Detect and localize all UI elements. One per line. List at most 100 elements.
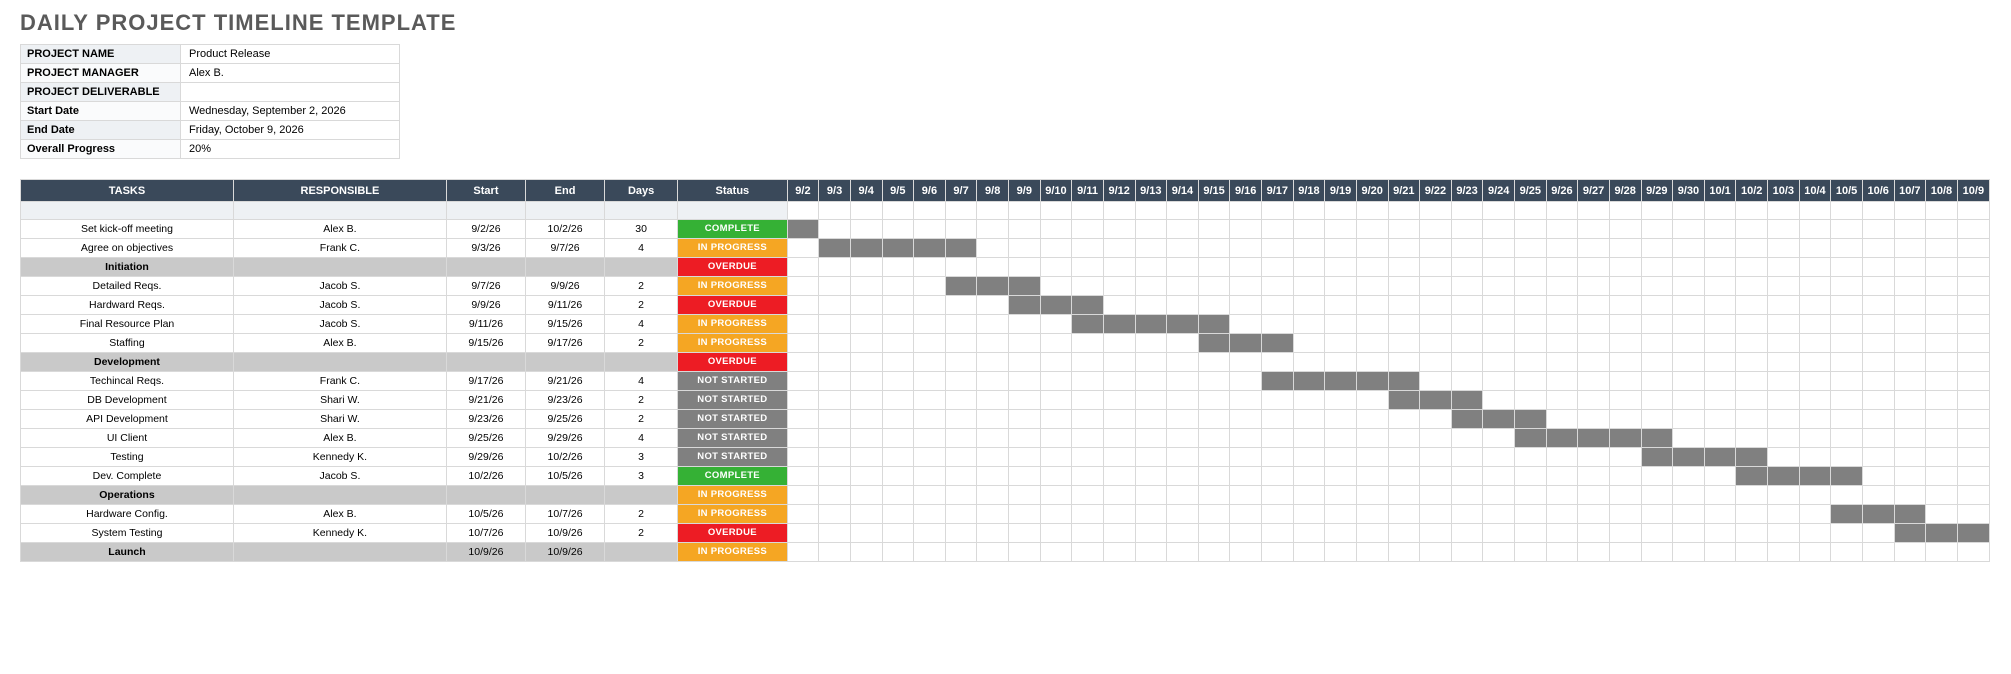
timeline-cell [850, 410, 882, 429]
timeline-cell [1578, 296, 1610, 315]
timeline-cell [977, 202, 1009, 220]
timeline-cell [1040, 202, 1072, 220]
page-title: DAILY PROJECT TIMELINE TEMPLATE [20, 10, 1991, 36]
column-header: 9/6 [914, 180, 946, 202]
timeline-cell [1641, 410, 1673, 429]
timeline-cell [1736, 410, 1768, 429]
timeline-cell [1799, 486, 1831, 505]
timeline-cell [1546, 372, 1578, 391]
timeline-cell [1768, 372, 1800, 391]
status-cell: COMPLETE [678, 467, 788, 486]
timeline-cell [914, 391, 946, 410]
meta-label: PROJECT DELIVERABLE [21, 83, 181, 101]
timeline-cell [1356, 239, 1388, 258]
timeline-cell [1483, 277, 1515, 296]
timeline-cell [1926, 543, 1958, 562]
timeline-cell [1609, 277, 1641, 296]
timeline-cell [1135, 391, 1167, 410]
timeline-cell [1768, 524, 1800, 543]
timeline-cell [1894, 220, 1926, 239]
timeline-cell [977, 448, 1009, 467]
timeline-cell [1862, 202, 1894, 220]
timeline-cell [819, 448, 851, 467]
timeline-cell [1262, 505, 1294, 524]
timeline-cell [1546, 202, 1578, 220]
timeline-cell [1483, 391, 1515, 410]
timeline-cell [1356, 315, 1388, 334]
timeline-cell [1293, 277, 1325, 296]
timeline-cell [1009, 524, 1041, 543]
column-header: Status [678, 180, 788, 202]
timeline-cell [1641, 486, 1673, 505]
timeline-cell [977, 315, 1009, 334]
timeline-cell [1230, 220, 1262, 239]
timeline-cell [1451, 334, 1483, 353]
timeline-cell [787, 524, 819, 543]
section-cell [233, 543, 446, 562]
timeline-cell [1736, 258, 1768, 277]
timeline-cell [1040, 467, 1072, 486]
timeline-cell [1483, 220, 1515, 239]
responsible: Frank C. [233, 239, 446, 258]
timeline-cell [1831, 277, 1863, 296]
timeline-cell [1009, 239, 1041, 258]
timeline-cell [977, 410, 1009, 429]
timeline-cell [1103, 315, 1135, 334]
timeline-cell [1957, 258, 1989, 277]
timeline-cell [1420, 524, 1452, 543]
timeline-cell [850, 524, 882, 543]
timeline-cell [1325, 448, 1357, 467]
status-cell: COMPLETE [678, 220, 788, 239]
timeline-cell [1926, 505, 1958, 524]
timeline-cell [1167, 391, 1199, 410]
timeline-cell [1103, 448, 1135, 467]
timeline-cell [945, 486, 977, 505]
timeline-cell [1009, 334, 1041, 353]
spacer-cell [233, 202, 446, 220]
timeline-cell [1420, 391, 1452, 410]
timeline-cell [1578, 334, 1610, 353]
timeline-cell [882, 220, 914, 239]
timeline-cell [1831, 391, 1863, 410]
timeline-cell [850, 391, 882, 410]
column-header: 9/13 [1135, 180, 1167, 202]
timeline-cell [1325, 258, 1357, 277]
timeline-cell [1957, 543, 1989, 562]
timeline-cell [977, 467, 1009, 486]
timeline-cell [1515, 353, 1547, 372]
end-date: 9/21/26 [526, 372, 605, 391]
task-name: Techincal Reqs. [21, 372, 234, 391]
timeline-cell [1926, 296, 1958, 315]
timeline-cell [977, 353, 1009, 372]
timeline-cell [1578, 315, 1610, 334]
timeline-cell [787, 429, 819, 448]
timeline-cell [882, 202, 914, 220]
timeline-cell [1515, 239, 1547, 258]
timeline-cell [1768, 353, 1800, 372]
days: 4 [605, 315, 678, 334]
status-cell: IN PROGRESS [678, 315, 788, 334]
timeline-cell [1040, 391, 1072, 410]
timeline-cell [1293, 220, 1325, 239]
timeline-cell [1198, 543, 1230, 562]
timeline-cell [1831, 372, 1863, 391]
timeline-cell [1926, 239, 1958, 258]
timeline-cell [1768, 410, 1800, 429]
column-header: TASKS [21, 180, 234, 202]
timeline-cell [1768, 202, 1800, 220]
timeline-cell [1483, 543, 1515, 562]
section-cell [446, 486, 525, 505]
timeline-cell [819, 202, 851, 220]
timeline-cell [1578, 202, 1610, 220]
timeline-cell [1831, 315, 1863, 334]
timeline-cell [882, 524, 914, 543]
timeline-cell [1736, 239, 1768, 258]
timeline-cell [1451, 239, 1483, 258]
timeline-cell [914, 410, 946, 429]
timeline-cell [1704, 277, 1736, 296]
timeline-cell [1926, 202, 1958, 220]
timeline-cell [1926, 277, 1958, 296]
timeline-cell [1609, 410, 1641, 429]
timeline-cell [1262, 429, 1294, 448]
end-date: 10/5/26 [526, 467, 605, 486]
